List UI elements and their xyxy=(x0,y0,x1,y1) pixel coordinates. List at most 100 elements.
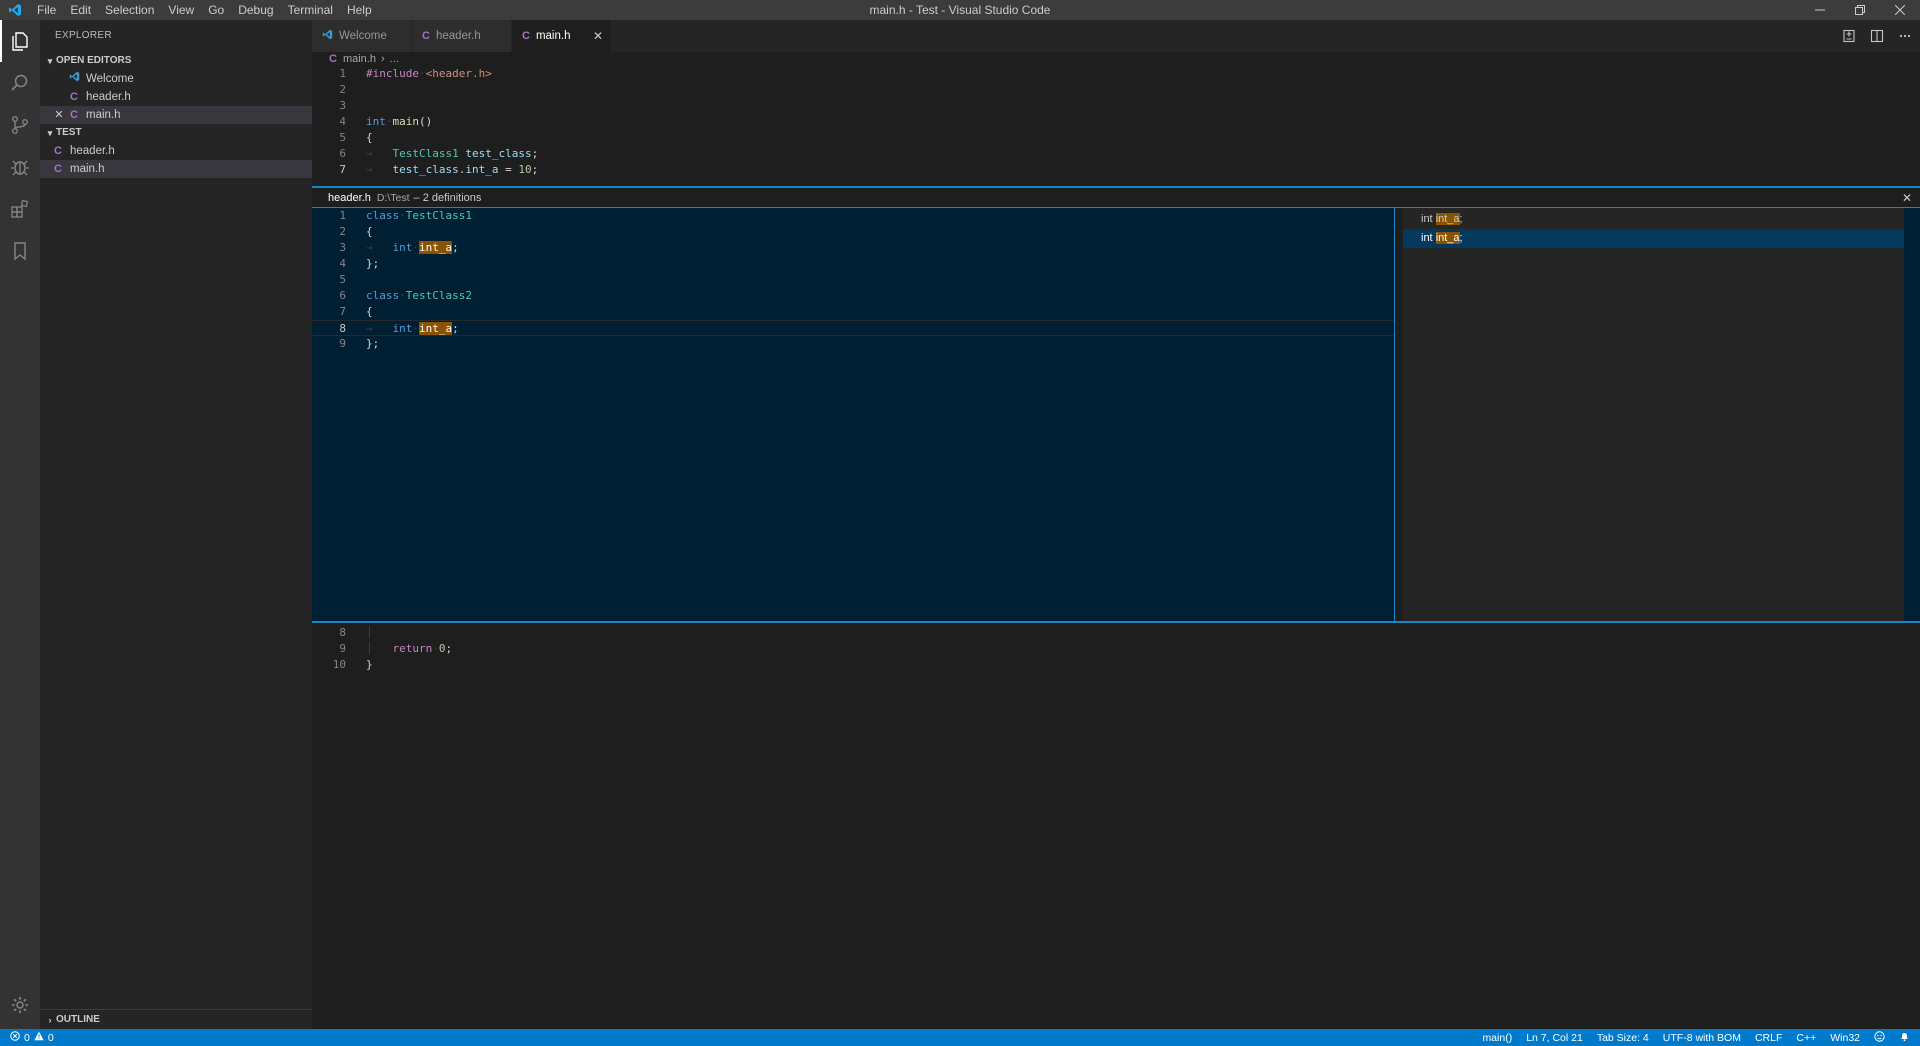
open-editor-item-main[interactable]: ✕ C main.h xyxy=(40,106,312,124)
menu-selection[interactable]: Selection xyxy=(98,0,161,20)
peek-header: header.h D:\Test – 2 definitions ✕ xyxy=(312,188,1920,208)
peek-editor[interactable]: 1 class·TestClass1 2 { 3 → int·int_a; 4 … xyxy=(312,208,1395,621)
menu-view[interactable]: View xyxy=(161,0,201,20)
gear-icon[interactable] xyxy=(0,985,40,1025)
vscode-icon xyxy=(66,70,82,88)
warning-count: 0 xyxy=(47,1031,54,1044)
tab-header[interactable]: C header.h xyxy=(412,20,512,52)
status-cursor-position[interactable]: Ln 7, Col 21 xyxy=(1526,1032,1583,1044)
c-file-icon: C xyxy=(522,30,530,42)
source-control-icon[interactable] xyxy=(0,104,40,146)
code-line: 8 │ xyxy=(312,625,1920,641)
chevron-right-icon: › xyxy=(48,1014,52,1025)
menu-edit[interactable]: Edit xyxy=(63,0,98,20)
code-text: }; xyxy=(366,337,380,350)
code-text: { xyxy=(366,225,373,238)
breadcrumb-symbol[interactable]: ... xyxy=(390,52,399,66)
explorer-icon[interactable] xyxy=(0,20,40,62)
outline-header[interactable]: › OUTLINE xyxy=(40,1010,312,1029)
open-editor-item-welcome[interactable]: Welcome xyxy=(40,70,312,88)
c-file-icon: C xyxy=(70,91,78,103)
code-text: }; xyxy=(366,257,380,270)
open-editor-item-header[interactable]: C header.h xyxy=(40,88,312,106)
file-item-header[interactable]: C header.h xyxy=(40,142,312,160)
line-number: 6 xyxy=(339,147,346,160)
code-text: │ xyxy=(366,626,373,639)
tab-label: Welcome xyxy=(339,30,387,42)
open-changes-icon[interactable] xyxy=(1840,27,1858,45)
line-number: 10 xyxy=(332,658,346,671)
close-icon[interactable]: ✕ xyxy=(52,106,66,124)
line-number: 9 xyxy=(339,642,346,655)
close-window-button[interactable] xyxy=(1880,0,1920,20)
status-language[interactable]: C++ xyxy=(1796,1032,1816,1044)
menu-debug[interactable]: Debug xyxy=(231,0,280,20)
bookmark-icon[interactable] xyxy=(0,230,40,272)
status-platform[interactable]: Win32 xyxy=(1830,1032,1860,1044)
split-editor-icon[interactable] xyxy=(1868,27,1886,45)
folder-label: TEST xyxy=(56,127,82,138)
close-peek-icon[interactable]: ✕ xyxy=(1902,191,1912,205)
code-line-current: 8 → int·int_a; xyxy=(312,320,1394,336)
menu-terminal[interactable]: Terminal xyxy=(281,0,340,20)
extensions-icon[interactable] xyxy=(0,188,40,230)
line-number: 1 xyxy=(339,209,346,222)
code-line: 4 int·main() xyxy=(312,114,1920,130)
editor-area: Welcome C header.h C main.h ✕ C main.h ›… xyxy=(312,20,1920,1029)
problems-status[interactable]: 0 0 xyxy=(0,1031,54,1044)
code-line: 2 xyxy=(312,82,1920,98)
code-text: → test_class.int_a = 10; xyxy=(366,163,539,176)
outline-section: › OUTLINE xyxy=(40,1009,312,1029)
vscode-icon xyxy=(322,29,333,43)
search-icon[interactable] xyxy=(0,62,40,104)
c-file-icon: C xyxy=(329,53,337,65)
restore-button[interactable] xyxy=(1840,0,1880,20)
menu-go[interactable]: Go xyxy=(201,0,231,20)
code-text: │ return·0; xyxy=(366,642,453,655)
status-scope[interactable]: main() xyxy=(1482,1032,1512,1044)
code-line: 7 { xyxy=(312,304,1394,320)
window-controls xyxy=(1800,0,1920,20)
folder-test-header[interactable]: ▾ TEST xyxy=(40,124,312,142)
breadcrumb-file[interactable]: main.h xyxy=(343,52,376,66)
tab-main[interactable]: C main.h ✕ xyxy=(512,20,612,52)
feedback-icon[interactable] xyxy=(1874,1030,1885,1045)
close-tab-icon[interactable]: ✕ xyxy=(593,29,603,43)
menu-file[interactable]: File xyxy=(30,0,63,20)
peek-reference-item[interactable]: int int_a; xyxy=(1395,210,1904,229)
open-editors-header[interactable]: ▾ OPEN EDITORS xyxy=(40,52,312,70)
code-line: 5 xyxy=(312,272,1394,288)
peek-scrollbar[interactable] xyxy=(1395,208,1403,621)
notification-bell-icon[interactable] xyxy=(1899,1031,1910,1045)
more-actions-icon[interactable] xyxy=(1896,27,1914,45)
code-text: class·TestClass1 xyxy=(366,209,472,222)
peek-file[interactable]: header.h xyxy=(328,192,371,204)
status-tab-size[interactable]: Tab Size: 4 xyxy=(1597,1032,1649,1044)
tab-welcome[interactable]: Welcome xyxy=(312,20,412,52)
open-editors-label: OPEN EDITORS xyxy=(56,55,132,66)
line-number: 8 xyxy=(339,626,346,639)
menu-help[interactable]: Help xyxy=(340,0,379,20)
status-encoding[interactable]: UTF-8 with BOM xyxy=(1663,1032,1741,1044)
debug-icon[interactable] xyxy=(0,146,40,188)
code-main-top[interactable]: 1 #include·<header.h> 2 3 4 int·main() 5… xyxy=(312,66,1920,178)
code-line: 6 → TestClass1 test_class; xyxy=(312,146,1920,162)
line-number: 2 xyxy=(339,225,346,238)
status-eol[interactable]: CRLF xyxy=(1755,1032,1782,1044)
line-number: 8 xyxy=(339,322,346,335)
line-number: 5 xyxy=(339,273,346,286)
minimize-button[interactable] xyxy=(1800,0,1840,20)
file-item-main[interactable]: C main.h xyxy=(40,160,312,178)
activity-bar xyxy=(0,20,40,1029)
peek-reference-item-selected[interactable]: int int_a; xyxy=(1395,229,1904,248)
status-right: main() Ln 7, Col 21 Tab Size: 4 UTF-8 wi… xyxy=(1482,1030,1920,1045)
vscode-logo-icon xyxy=(0,0,30,20)
line-number: 9 xyxy=(339,337,346,350)
c-file-icon: C xyxy=(70,109,78,121)
error-icon xyxy=(10,1031,20,1044)
code-main-bottom[interactable]: 8 │ 9 │ return·0; 10 } xyxy=(312,625,1920,673)
line-number: 3 xyxy=(339,99,346,112)
